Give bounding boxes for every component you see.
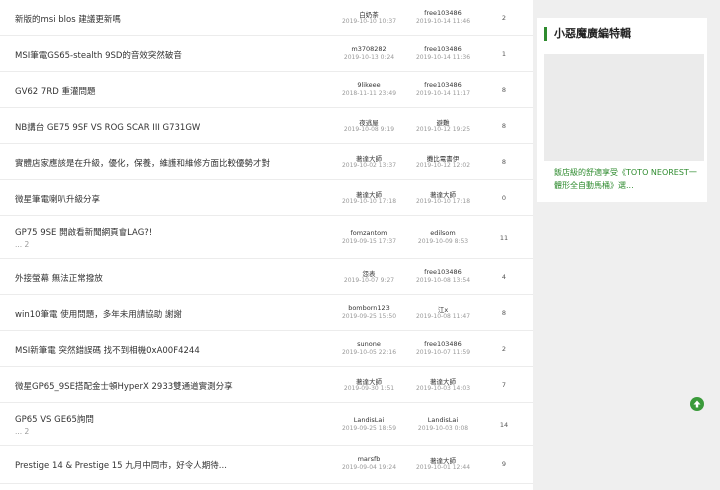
thread-row: MSI筆電GS65-stealth 9SD的音效突然破音 m3708282 20… bbox=[0, 36, 533, 72]
thread-reply-count: 11 bbox=[499, 234, 509, 242]
thread-row: 實體店家應該是在升級，優化，保養，維護和維修方面比較優勢才對 著達大師 2019… bbox=[0, 144, 533, 180]
thread-title[interactable]: win10筆電 使用問題，多年未用請協助 謝謝 bbox=[15, 308, 315, 320]
thread-last-replier[interactable]: free103486 bbox=[398, 9, 488, 17]
thread-last-replier[interactable]: edilsom bbox=[398, 229, 488, 237]
thread-reply-count: 8 bbox=[501, 158, 507, 166]
thread-reply-count: 14 bbox=[499, 421, 509, 429]
thread-reply-time: 2019-10-01 12:44 bbox=[415, 464, 471, 471]
thread-title[interactable]: Prestige 14 & Prestige 15 九月中問市，好令人期待... bbox=[15, 459, 315, 471]
thread-title[interactable]: MSI筆電GS65-stealth 9SD的音效突然破音 bbox=[15, 49, 315, 61]
thread-reply-time: 2019-10-10 17:18 bbox=[415, 198, 471, 205]
thread-reply-time: 2019-10-14 11:17 bbox=[415, 90, 471, 97]
thread-last-replier[interactable]: LandisLai bbox=[398, 416, 488, 424]
sidebar-title: 小惡魔廣編特輯 bbox=[544, 27, 631, 41]
thread-reply-count: 0 bbox=[501, 194, 507, 202]
thread-title[interactable]: 微星筆電喇叭升級分享 bbox=[15, 193, 315, 205]
thread-last-replier[interactable]: free103486 bbox=[398, 340, 488, 348]
thread-page-links[interactable]: ... 2 bbox=[15, 427, 29, 436]
thread-last-replier[interactable]: free103486 bbox=[398, 268, 488, 276]
thread-reply-time: 2019-10-03 0:08 bbox=[417, 425, 469, 432]
sidebar-ad-image[interactable] bbox=[544, 54, 704, 161]
thread-reply-time: 2019-10-12 19:25 bbox=[415, 126, 471, 133]
thread-reply-time: 2019-10-12 12:02 bbox=[415, 162, 471, 169]
thread-reply-count: 8 bbox=[501, 122, 507, 130]
thread-reply-count: 2 bbox=[501, 14, 507, 22]
thread-row: 微星GP65_9SE搭配金士頓HyperX 2933雙通道實測分享 著達大師 2… bbox=[0, 367, 533, 403]
thread-reply-count: 8 bbox=[501, 309, 507, 317]
thread-reply-count: 7 bbox=[501, 381, 507, 389]
thread-last-replier[interactable]: free103486 bbox=[398, 45, 488, 53]
sidebar-ad-link[interactable]: 飯店級的舒適享受《TOTO NEOREST一體形全自動馬桶》選... bbox=[554, 166, 702, 194]
thread-reply-count: 2 bbox=[501, 345, 507, 353]
thread-reply-time: 2019-10-14 11:46 bbox=[415, 18, 471, 25]
thread-reply-time: 2019-10-09 8:53 bbox=[417, 238, 469, 245]
thread-reply-time: 2019-10-08 11:47 bbox=[415, 313, 471, 320]
thread-title[interactable]: GP75 9SE 開啟看新聞網頁會LAG?! bbox=[15, 226, 315, 238]
thread-row: win10筆電 使用問題，多年未用請協助 謝謝 bomborn123 2019-… bbox=[0, 295, 533, 331]
thread-title[interactable]: GP65 VS GE65詢問 bbox=[15, 413, 315, 425]
thread-row: GP65 VS GE65詢問 ... 2 LandisLai 2019-09-2… bbox=[0, 403, 533, 446]
thread-last-replier[interactable]: free103486 bbox=[398, 81, 488, 89]
thread-list: 新版的msi blos 建議更新嗎 白奶茶 2019-10-10 10:37 f… bbox=[0, 0, 533, 490]
thread-reply-count: 9 bbox=[501, 460, 507, 468]
thread-reply-count: 4 bbox=[501, 273, 507, 281]
thread-title[interactable]: 微星GP65_9SE搭配金士頓HyperX 2933雙通道實測分享 bbox=[15, 380, 315, 392]
thread-reply-time: 2019-10-07 11:59 bbox=[415, 349, 471, 356]
arrow-up-icon bbox=[693, 400, 701, 408]
thread-row: GP75 9SE 開啟看新聞網頁會LAG?! ... 2 fomzantom 2… bbox=[0, 216, 533, 259]
thread-row: MSI新筆電 突然錯誤碼 找不到相機0xA00F4244 sunone 2019… bbox=[0, 331, 533, 367]
thread-row: 外接螢幕 無法正常撥放 怨表 2019-10-07 9:27 free10348… bbox=[0, 259, 533, 295]
thread-title[interactable]: MSI新筆電 突然錯誤碼 找不到相機0xA00F4244 bbox=[15, 344, 315, 356]
thread-title[interactable]: 新版的msi blos 建議更新嗎 bbox=[15, 13, 315, 25]
thread-row: 微星筆電喇叭升級分享 著達大師 2019-10-10 17:18 著達大師 20… bbox=[0, 180, 533, 216]
back-to-top-button[interactable] bbox=[690, 397, 704, 411]
thread-reply-count: 1 bbox=[501, 50, 507, 58]
thread-reply-time: 2019-10-14 11:36 bbox=[415, 54, 471, 61]
thread-reply-count: 8 bbox=[501, 86, 507, 94]
thread-row: GV62 7RD 重灌問題 9likeee 2018-11-11 23:49 f… bbox=[0, 72, 533, 108]
thread-reply-time: 2019-10-08 13:54 bbox=[415, 277, 471, 284]
thread-title[interactable]: NB講台 GE75 9SF VS ROG SCAR III G731GW bbox=[15, 121, 315, 133]
thread-row: 新版的msi blos 建議更新嗎 白奶茶 2019-10-10 10:37 f… bbox=[0, 0, 533, 36]
thread-row: Prestige 14 & Prestige 15 九月中問市，好令人期待...… bbox=[0, 446, 533, 484]
thread-row: NB講台 GE75 9SF VS ROG SCAR III G731GW 夜逃屋… bbox=[0, 108, 533, 144]
sidebar-featured-box: 小惡魔廣編特輯 飯店級的舒適享受《TOTO NEOREST一體形全自動馬桶》選.… bbox=[537, 18, 707, 202]
thread-page-links[interactable]: ... 2 bbox=[15, 240, 29, 249]
thread-reply-time: 2019-10-03 14:03 bbox=[415, 385, 471, 392]
thread-title[interactable]: GV62 7RD 重灌問題 bbox=[15, 85, 315, 97]
thread-title[interactable]: 外接螢幕 無法正常撥放 bbox=[15, 272, 315, 284]
thread-title[interactable]: 實體店家應該是在升級，優化，保養，維護和維修方面比較優勢才對 bbox=[15, 157, 315, 169]
